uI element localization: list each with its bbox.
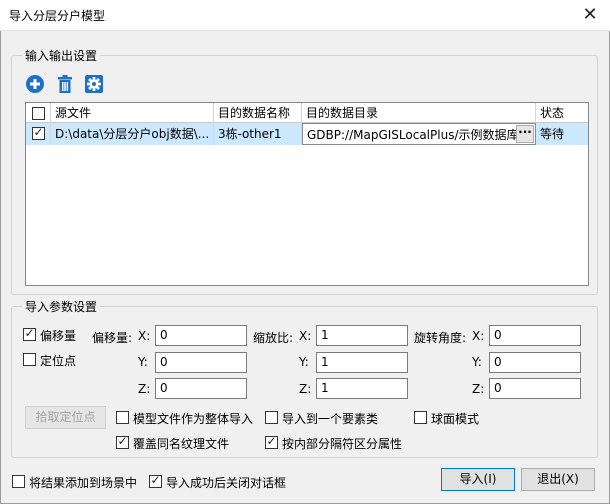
column-header-status[interactable]: 状态 xyxy=(536,103,588,123)
import-params-title: 导入参数设置 xyxy=(22,298,101,315)
table-row[interactable]: ✓ D:\data\分层分户obj数据\... 3栋-other1 GDBP:/… xyxy=(26,123,588,145)
rotate-z-label: Z: xyxy=(472,382,485,396)
rotate-x-input[interactable]: 0 xyxy=(489,325,581,346)
import-to-one-class-checkbox[interactable] xyxy=(265,411,278,424)
checkmark-icon: ✓ xyxy=(117,434,128,448)
rotate-y-label: Y: xyxy=(472,355,482,369)
scale-y-input[interactable]: 1 xyxy=(316,352,408,373)
checkmark-icon: ✓ xyxy=(150,473,161,487)
dest-dir-text: GDBP://MapGISLocalPlus/示例数据库 xyxy=(307,128,519,142)
overwrite-texture-checkbox[interactable]: ✓ xyxy=(116,434,129,449)
column-header-source[interactable]: 源文件 xyxy=(51,103,214,123)
add-button[interactable] xyxy=(25,74,45,94)
scale-y-label: Y: xyxy=(299,355,309,369)
dest-dir-cell[interactable]: GDBP://MapGISLocalPlus/示例数据库 xyxy=(302,123,536,145)
browse-dir-button[interactable]: ··· xyxy=(516,125,534,143)
row-check-cell: ✓ xyxy=(26,123,51,145)
source-file-cell[interactable]: D:\data\分层分户obj数据\... xyxy=(51,123,214,145)
scale-x-input[interactable]: 1 xyxy=(316,325,408,346)
offset-z-input[interactable]: 0 xyxy=(155,378,247,399)
column-header-dest-dir[interactable]: 目的数据目录 xyxy=(302,103,536,123)
settings-button[interactable] xyxy=(84,74,104,94)
io-settings-title: 输入输出设置 xyxy=(22,47,101,64)
sphere-mode-label: 球面模式 xyxy=(431,412,480,426)
add-to-scene-label: 将结果添加到场景中 xyxy=(29,476,138,490)
anchor-checkbox[interactable] xyxy=(23,353,36,366)
overwrite-texture-label: 覆盖同名纹理文件 xyxy=(133,437,230,451)
offset-z-label: Z: xyxy=(138,382,151,396)
import-as-whole-checkbox[interactable] xyxy=(116,411,129,424)
column-header-dest-name[interactable]: 目的数据名称 xyxy=(214,103,302,123)
exit-button[interactable]: 退出(X) xyxy=(521,468,595,491)
import-button[interactable]: 导入(I) xyxy=(441,468,515,491)
sphere-mode-checkbox[interactable] xyxy=(414,411,427,424)
rotate-x-label: X: xyxy=(472,329,485,343)
select-all-cell xyxy=(26,103,51,123)
delete-icon xyxy=(58,75,72,93)
scale-z-input[interactable]: 1 xyxy=(316,378,408,399)
import-to-one-class-label: 导入到一个要素类 xyxy=(282,412,379,426)
import-as-whole-label: 模型文件作为整体导入 xyxy=(133,412,254,426)
rotate-y-input[interactable]: 0 xyxy=(489,352,581,373)
offset-x-label: X: xyxy=(138,329,151,343)
pick-anchor-button[interactable]: 拾取定位点 xyxy=(25,406,106,429)
checkmark-icon: ✓ xyxy=(24,326,35,340)
close-after-import-checkbox[interactable]: ✓ xyxy=(149,473,162,488)
status-cell: 等待 xyxy=(540,127,565,141)
settings-icon xyxy=(85,75,103,93)
close-after-import-label: 导入成功后关闭对话框 xyxy=(166,476,287,490)
add-to-scene-checkbox[interactable] xyxy=(12,475,25,488)
split-by-separator-checkbox[interactable]: ✓ xyxy=(265,434,278,449)
select-all-checkbox[interactable] xyxy=(32,107,45,120)
add-icon xyxy=(26,75,44,93)
offset-label: 偏移量: xyxy=(92,331,133,345)
offset-y-label: Y: xyxy=(138,355,148,369)
window-title: 导入分层分户模型 xyxy=(9,9,106,23)
checkmark-icon: ✓ xyxy=(33,125,44,139)
scale-label: 缩放比: xyxy=(253,331,294,345)
anchor-checkbox-label: 定位点 xyxy=(40,354,77,368)
delete-button[interactable] xyxy=(55,74,75,94)
offset-y-input[interactable]: 0 xyxy=(155,352,247,373)
offset-checkbox[interactable]: ✓ xyxy=(23,326,36,341)
rotate-z-input[interactable]: 0 xyxy=(489,378,581,399)
scale-z-label: Z: xyxy=(299,382,312,396)
dest-name-cell[interactable]: 3栋-other1 xyxy=(214,123,302,145)
offset-checkbox-label: 偏移量 xyxy=(40,329,77,343)
grid-header: 源文件 目的数据名称 目的数据目录 状态 xyxy=(26,103,588,123)
close-icon[interactable]: ✕ xyxy=(578,3,602,27)
offset-x-input[interactable]: 0 xyxy=(155,325,247,346)
checkmark-icon: ✓ xyxy=(266,434,277,448)
scale-x-label: X: xyxy=(299,329,312,343)
row-checkbox[interactable]: ✓ xyxy=(32,125,45,140)
split-by-separator-label: 按内部分隔符区分属性 xyxy=(282,437,403,451)
file-list-grid[interactable]: 源文件 目的数据名称 目的数据目录 状态 ✓ D:\data\分层分户obj数据… xyxy=(25,102,589,286)
rotate-label: 旋转角度: xyxy=(414,331,467,345)
title-bar: 导入分层分户模型 ✕ xyxy=(0,0,610,31)
